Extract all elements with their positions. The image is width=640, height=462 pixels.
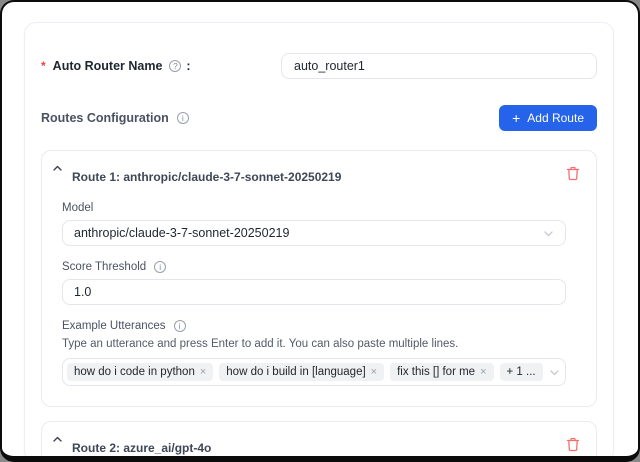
add-route-button[interactable]: + Add Route	[499, 105, 597, 131]
auto-router-name-input[interactable]	[281, 53, 597, 79]
utterance-tag: how do i code in python ×	[67, 363, 213, 381]
utterance-tag: how do i build in [language] ×	[219, 363, 384, 381]
overflow-tag[interactable]: + 1 ...	[500, 363, 543, 381]
route-1-panel: Route 1: anthropic/claude-3-7-sonnet-202…	[41, 150, 597, 407]
route-2-panel: Route 2: azure_ai/gpt-4o	[41, 421, 597, 462]
model-label: Model	[62, 202, 566, 214]
score-threshold-label: Score Threshold i	[62, 261, 566, 273]
delete-route-2-icon[interactable]	[566, 437, 580, 452]
auto-router-name-row: * Auto Router Name ? :	[41, 53, 597, 79]
remove-tag-icon[interactable]: ×	[371, 367, 377, 378]
chevron-up-icon[interactable]	[52, 163, 63, 174]
score-threshold-input[interactable]	[62, 279, 566, 305]
routes-configuration-header: Routes Configuration i + Add Route	[41, 105, 597, 131]
model-select-value: anthropic/claude-3-7-sonnet-20250219	[74, 226, 289, 240]
route-2-title: Route 2: azure_ai/gpt-4o	[72, 433, 211, 455]
info-circle-icon[interactable]: i	[174, 320, 186, 332]
auto-router-name-label: * Auto Router Name ? :	[41, 59, 191, 73]
info-circle-icon[interactable]: i	[154, 261, 166, 273]
route-1-title: Route 1: anthropic/claude-3-7-sonnet-202…	[72, 162, 341, 184]
remove-tag-icon[interactable]: ×	[200, 367, 206, 378]
routes-configuration-label: Routes Configuration i	[41, 111, 189, 125]
chevron-up-icon[interactable]	[52, 434, 63, 445]
delete-route-1-icon[interactable]	[566, 166, 580, 181]
required-asterisk: *	[41, 59, 46, 73]
auto-router-form-card: * Auto Router Name ? : Routes Configurat…	[24, 22, 614, 462]
info-circle-icon[interactable]: i	[177, 112, 189, 124]
chevron-down-icon	[549, 367, 560, 378]
remove-tag-icon[interactable]: ×	[480, 367, 486, 378]
utterances-tags-input[interactable]: how do i code in python × how do i build…	[62, 358, 566, 386]
app-window: * Auto Router Name ? : Routes Configurat…	[0, 0, 640, 462]
route-1-body: Model anthropic/claude-3-7-sonnet-202502…	[42, 202, 596, 386]
route-2-header: Route 2: azure_ai/gpt-4o	[42, 433, 596, 455]
model-select[interactable]: anthropic/claude-3-7-sonnet-20250219	[62, 220, 566, 246]
example-utterances-label: Example Utterances i	[62, 320, 566, 332]
chevron-down-icon	[543, 228, 554, 239]
route-1-header: Route 1: anthropic/claude-3-7-sonnet-202…	[42, 162, 596, 184]
question-circle-icon[interactable]: ?	[169, 60, 181, 72]
utterance-tag: fix this [] for me ×	[390, 363, 493, 381]
plus-icon: +	[512, 111, 520, 125]
utterances-helper-text: Type an utterance and press Enter to add…	[62, 338, 566, 350]
